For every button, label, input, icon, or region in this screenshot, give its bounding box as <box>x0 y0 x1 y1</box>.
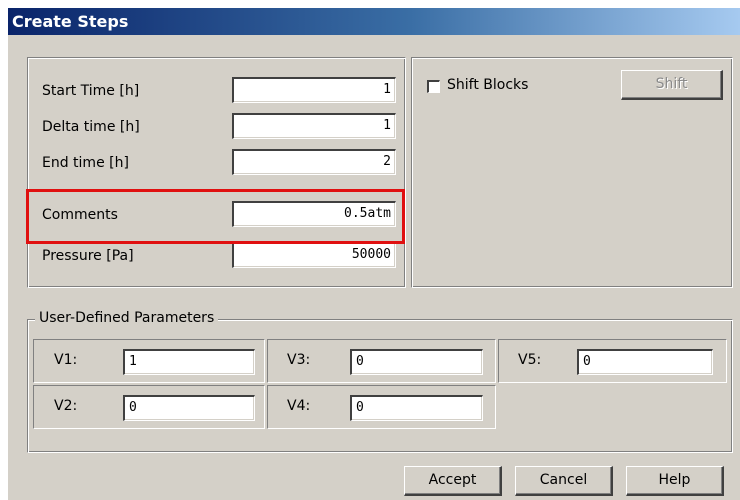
param-v5-field[interactable]: 0 <box>577 349 713 375</box>
pressure-label: Pressure [Pa] <box>42 248 134 264</box>
shift-blocks-checkbox[interactable] <box>427 80 440 93</box>
cancel-button[interactable]: Cancel <box>515 466 613 496</box>
comments-highlight-box <box>26 189 405 244</box>
param-v1-field[interactable]: 1 <box>123 349 255 375</box>
start-time-label: Start Time [h] <box>42 83 140 99</box>
param-v4-field[interactable]: 0 <box>350 395 483 421</box>
param-v3-field[interactable]: 0 <box>350 349 483 375</box>
help-button[interactable]: Help <box>626 466 724 496</box>
end-time-field[interactable]: 2 <box>232 149 396 175</box>
param-v2-field[interactable]: 0 <box>123 395 255 421</box>
shift-button[interactable]: Shift <box>621 70 723 100</box>
shift-blocks-label[interactable]: Shift Blocks <box>447 77 528 93</box>
create-steps-dialog: Create Steps Start Time [h] 1 Delta time… <box>8 8 740 500</box>
user-defined-parameters-legend: User-Defined Parameters <box>35 310 219 326</box>
delta-time-label: Delta time [h] <box>42 119 140 135</box>
param-v4-label: V4: <box>287 398 311 414</box>
param-v5-label: V5: <box>518 352 542 368</box>
param-v2-label: V2: <box>54 398 78 414</box>
delta-time-field[interactable]: 1 <box>232 113 396 139</box>
start-time-field[interactable]: 1 <box>232 77 396 103</box>
window-title: Create Steps <box>8 8 740 35</box>
pressure-field[interactable]: 50000 <box>232 242 396 268</box>
param-v3-label: V3: <box>287 352 311 368</box>
end-time-label: End time [h] <box>42 155 129 171</box>
param-v1-label: V1: <box>54 352 78 368</box>
accept-button[interactable]: Accept <box>404 466 502 496</box>
